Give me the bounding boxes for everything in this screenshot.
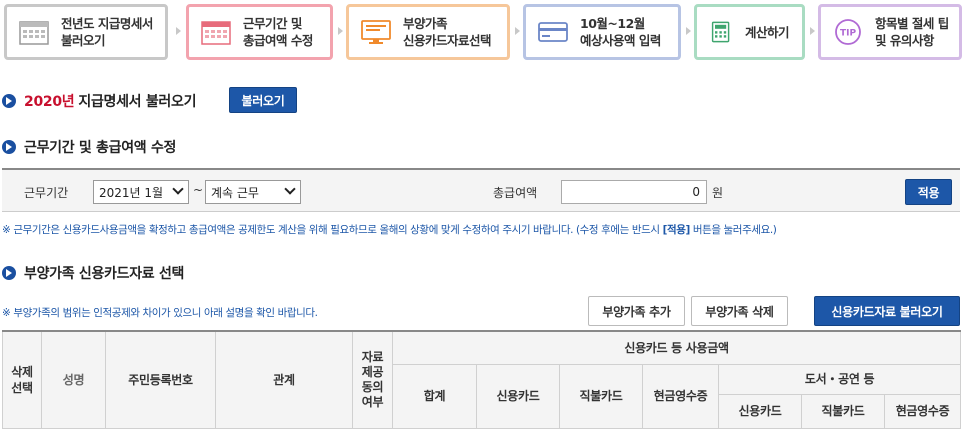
step-label: 근무기간 및 총급여액 수정 <box>243 16 313 48</box>
col-books-cash-receipt: 현금영수증 <box>883 393 962 429</box>
credit-card-icon <box>538 22 568 42</box>
col-total: 합계 <box>392 363 477 429</box>
bullet-arrow-icon <box>2 94 16 108</box>
col-credit-card: 신용카드 <box>476 363 560 429</box>
step-arrow-icon <box>810 26 816 36</box>
load-card-data-button[interactable]: 신용카드자료 불러오기 <box>814 296 960 326</box>
calculator-icon <box>711 21 730 43</box>
load-statement-button[interactable]: 불러오기 <box>229 87 297 113</box>
step-label: 부양가족 신용카드자료선택 <box>403 16 492 48</box>
salary-unit: 원 <box>712 186 724 200</box>
add-dependent-button[interactable]: 부양가족 추가 <box>588 296 685 326</box>
step-arrow-icon <box>176 26 182 36</box>
calendar-grid-icon <box>19 21 49 45</box>
salary-input[interactable]: 0 <box>561 180 707 204</box>
step-label: 항목별 절세 팁및 유의사항 <box>875 16 949 48</box>
step-label: 계산하기 <box>745 24 790 40</box>
col-relation: 관계 <box>215 330 353 429</box>
step-label: 10월~12월 예상사용액 입력 <box>580 16 661 48</box>
chevron-down-icon <box>172 183 184 195</box>
period-start-select[interactable]: 2021년 1월 <box>93 180 189 204</box>
apply-emphasis: [적용] <box>662 224 691 236</box>
steps-bar: 전년도 지급명세서 불러오기 근무기간 및 총급여액 수정 부양가족 신용카드자료선택… <box>4 4 962 62</box>
tip-icon-text: TIP <box>840 29 856 39</box>
period-label: 근무기간 <box>24 186 69 200</box>
tip-icon: TIP <box>835 19 861 45</box>
col-cash-receipt: 현금영수증 <box>642 363 719 429</box>
step-arrow-icon <box>686 26 692 36</box>
col-group-books-shows: 도서・공연 등 <box>717 363 962 395</box>
col-books-credit-card: 신용카드 <box>718 393 802 429</box>
chevron-down-icon <box>284 183 296 195</box>
family-card-table: 삭제 선택 성명 주민등록번호 관계 자료 제공 동의 여부 신용카드 등 사용… <box>2 330 962 429</box>
period-start-value: 2021년 1월 <box>99 185 164 200</box>
period-tilde: ~ <box>193 183 204 197</box>
apply-button[interactable]: 적용 <box>905 179 952 205</box>
step-2-period-salary[interactable]: 근무기간 및 총급여액 수정 <box>186 4 333 60</box>
col-data-consent: 자료 제공 동의 여부 <box>352 330 393 429</box>
period-note: ※ 근무기간은 신용카드사용금액을 확정하고 총급여액은 공제한도 계산을 위해… <box>2 224 777 236</box>
section-year: 2020년 <box>24 94 75 110</box>
step-label: 전년도 지급명세서 불러오기 <box>61 16 153 48</box>
step-1-prev-year-statement[interactable]: 전년도 지급명세서 불러오기 <box>4 4 168 60</box>
delete-dependent-button[interactable]: 부양가족 삭제 <box>691 296 788 326</box>
section-title: 지급명세서 불러오기 <box>78 94 197 110</box>
family-note: ※ 부양가족의 범위는 인적공제와 차이가 있으니 아래 설명을 확인 바랍니다… <box>2 307 318 319</box>
section-period-salary: 근무기간 및 총급여액 수정 <box>2 137 176 157</box>
bullet-arrow-icon <box>2 266 16 280</box>
step-5-calculate[interactable]: 계산하기 <box>694 4 805 60</box>
period-end-value: 계속 근무 <box>211 185 259 200</box>
section-title: 근무기간 및 총급여액 수정 <box>24 140 177 156</box>
section-prev-year-statement: 2020년 지급명세서 불러오기 <box>2 91 196 111</box>
bullet-arrow-icon <box>2 140 16 154</box>
section-family-card: 부양가족 신용카드자료 선택 <box>2 263 184 283</box>
col-delete-select: 삭제 선택 <box>2 330 42 429</box>
step-4-expected-usage[interactable]: 10월~12월 예상사용액 입력 <box>523 4 681 60</box>
step-arrow-icon <box>515 26 521 36</box>
section-title: 부양가족 신용카드자료 선택 <box>24 266 185 282</box>
monitor-icon <box>361 20 391 44</box>
col-books-debit-card: 직불카드 <box>801 393 885 429</box>
calendar-icon <box>201 21 231 45</box>
col-rrn: 주민등록번호 <box>105 330 216 429</box>
period-end-select[interactable]: 계속 근무 <box>205 180 301 204</box>
period-salary-form: 근무기간 2021년 1월 ~ 계속 근무 총급여액 0 원 적용 <box>2 168 960 212</box>
col-name: 성명 <box>41 330 106 429</box>
step-3-family-card[interactable]: 부양가족 신용카드자료선택 <box>346 4 510 60</box>
step-arrow-icon <box>338 26 344 36</box>
col-group-card-usage: 신용카드 등 사용금액 <box>391 330 962 365</box>
col-debit-card: 직불카드 <box>559 363 643 429</box>
step-6-tax-tips[interactable]: TIP 항목별 절세 팁및 유의사항 <box>818 4 962 60</box>
salary-label: 총급여액 <box>493 186 538 200</box>
